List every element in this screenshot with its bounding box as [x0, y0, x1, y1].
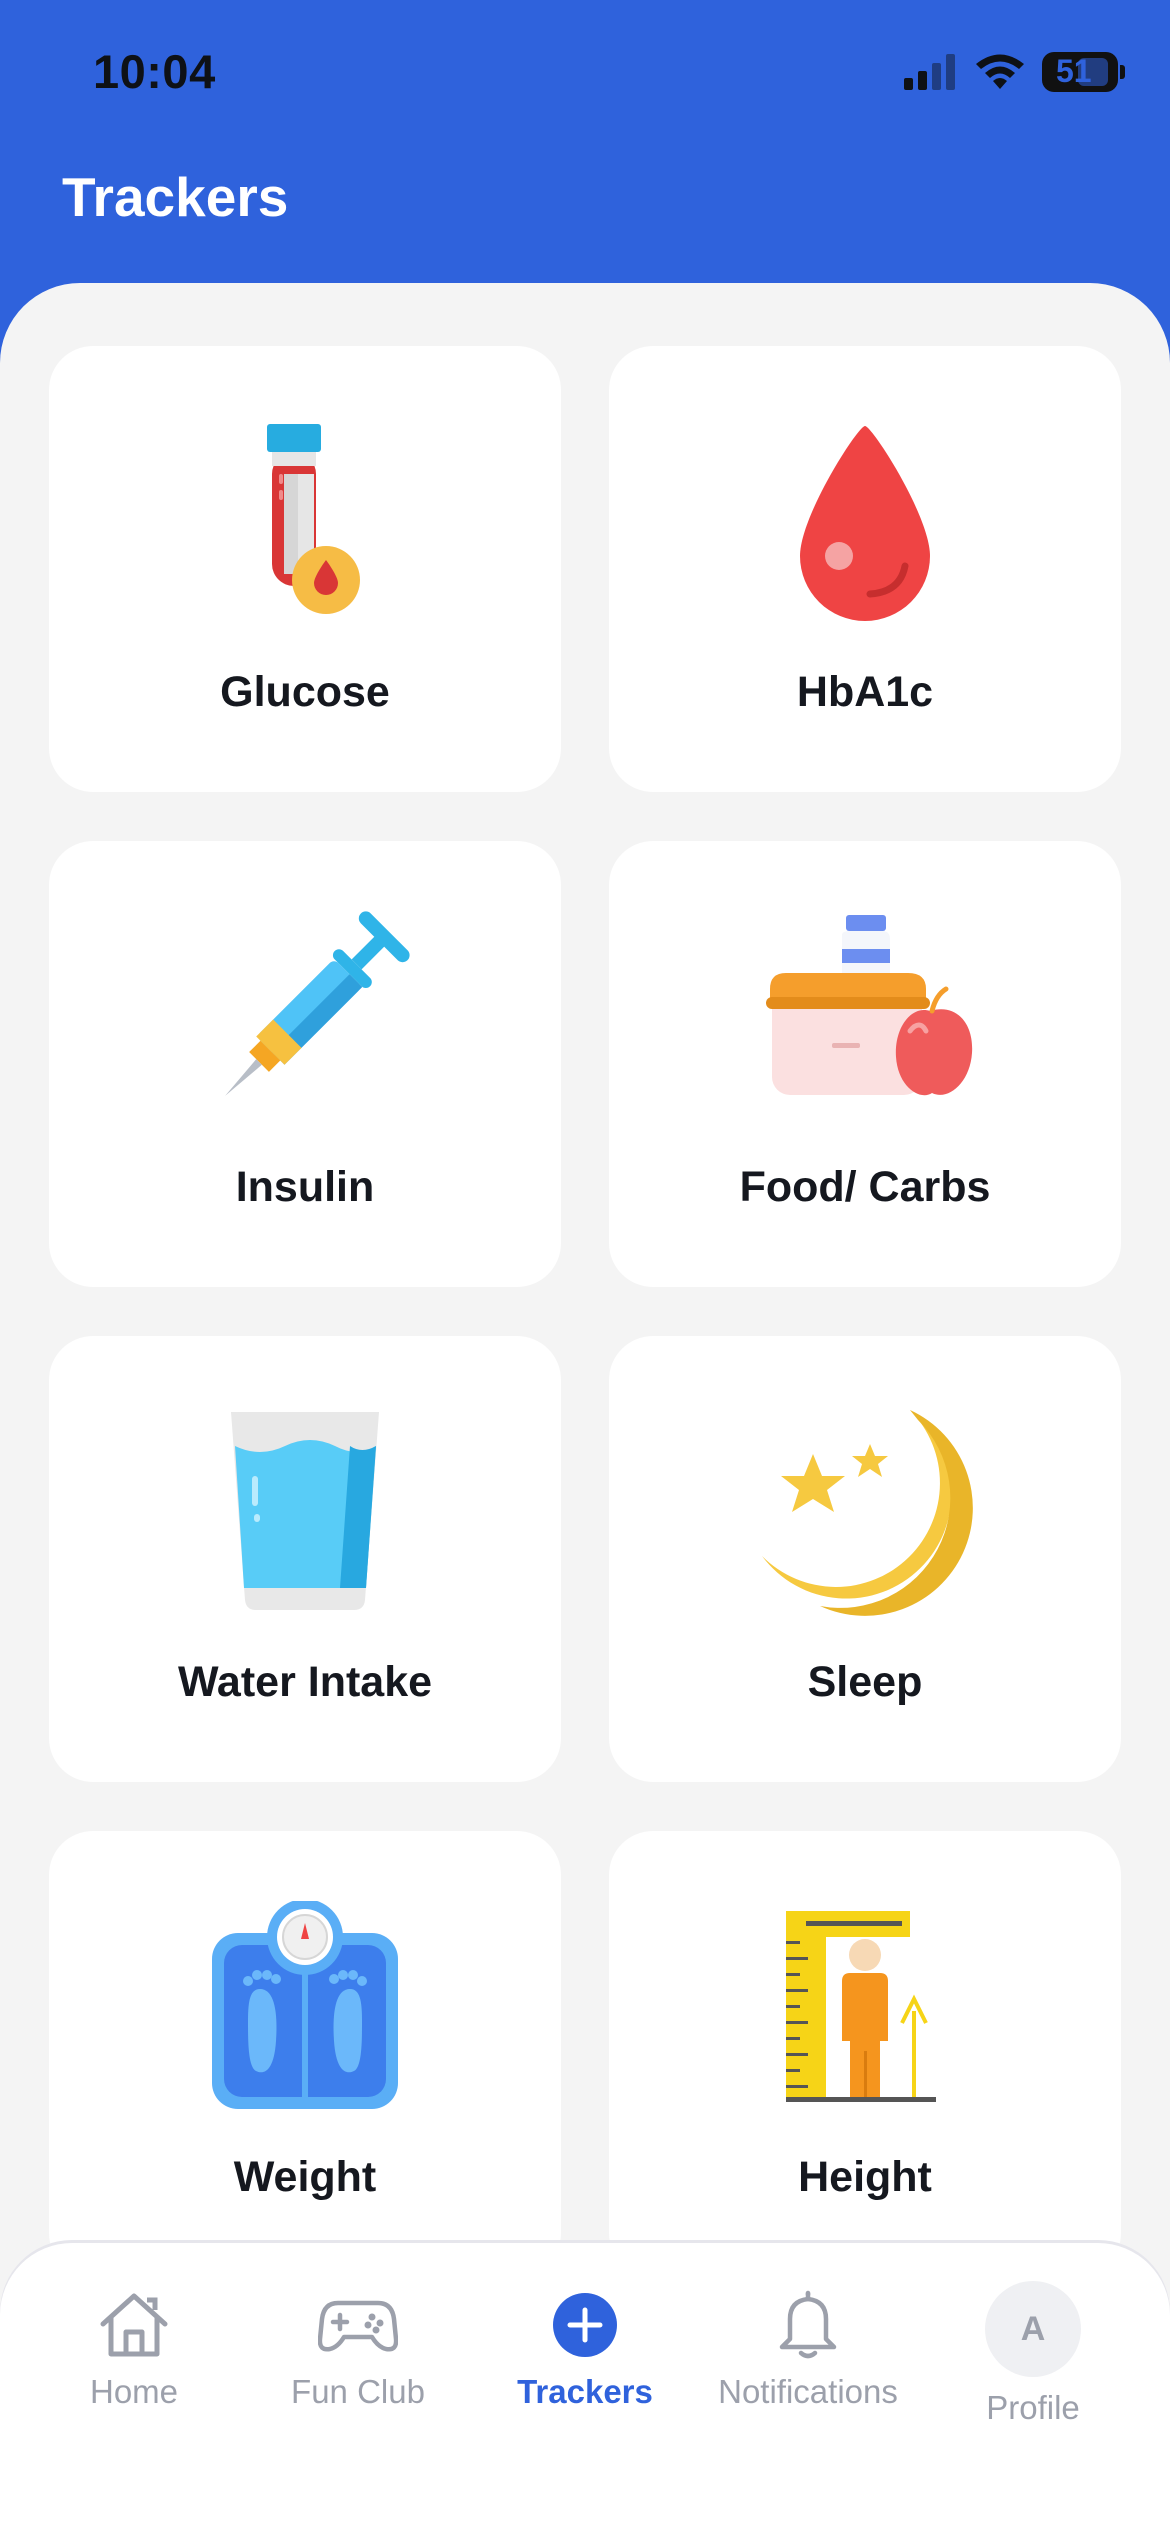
plus-circle-icon: [543, 2283, 627, 2367]
syringe-icon: [190, 911, 420, 1121]
tracker-label: Food/ Carbs: [739, 1163, 991, 1211]
cellular-signal-icon: [904, 54, 955, 90]
avatar-initial: A: [985, 2281, 1081, 2377]
tracker-card-glucose[interactable]: Glucose: [49, 346, 561, 792]
blood-drop-icon: [750, 416, 980, 626]
tab-notifications[interactable]: Notifications: [696, 2243, 920, 2473]
battery-level: 51: [1056, 53, 1092, 89]
blood-test-tube-icon: [190, 416, 420, 626]
status-bar: 10:04 51: [0, 0, 1170, 150]
trackers-grid: Glucose HbA1c Insulin Food/ Carbs Water …: [0, 283, 1170, 2532]
home-icon: [92, 2283, 176, 2367]
status-icons: 51: [904, 52, 1125, 92]
tab-label: Trackers: [517, 2373, 653, 2410]
tracker-card-water-intake[interactable]: Water Intake: [49, 1336, 561, 1782]
gamepad-icon: [316, 2283, 400, 2367]
tab-label: Fun Club: [291, 2373, 425, 2410]
tab-trackers[interactable]: Trackers: [473, 2243, 697, 2473]
bell-icon: [766, 2283, 850, 2367]
page-title: Trackers: [62, 166, 289, 228]
height-measure-icon: [750, 1901, 980, 2111]
tracker-card-food-carbs[interactable]: Food/ Carbs: [609, 841, 1121, 1287]
avatar: A: [985, 2281, 1081, 2377]
tab-fun-club[interactable]: Fun Club: [246, 2243, 470, 2473]
tracker-label: Weight: [233, 2153, 377, 2201]
tracker-card-weight[interactable]: Weight: [49, 1831, 561, 2277]
tracker-label: Glucose: [220, 668, 390, 716]
food-carbs-icon: [750, 911, 980, 1121]
tracker-label: Water Intake: [177, 1658, 433, 1706]
battery-icon: 51: [1042, 52, 1125, 92]
tracker-card-sleep[interactable]: Sleep: [609, 1336, 1121, 1782]
tab-home[interactable]: Home: [22, 2243, 246, 2473]
tracker-label: Sleep: [807, 1658, 923, 1706]
weighing-scale-icon: [190, 1901, 420, 2111]
status-time: 10:04: [93, 45, 216, 98]
tab-label: Notifications: [718, 2373, 898, 2410]
tracker-label: Insulin: [235, 1163, 375, 1211]
wifi-icon: [976, 54, 1024, 89]
tab-label: Home: [89, 2373, 179, 2410]
tab-profile[interactable]: A Profile: [921, 2243, 1145, 2473]
tracker-card-height[interactable]: Height: [609, 1831, 1121, 2277]
bottom-tab-bar: Home Fun Club Trackers Notifications A P…: [0, 2243, 1170, 2532]
tracker-card-insulin[interactable]: Insulin: [49, 841, 561, 1287]
moon-stars-icon: [750, 1406, 980, 1616]
tracker-card-hba1c[interactable]: HbA1c: [609, 346, 1121, 792]
water-glass-icon: [190, 1406, 420, 1616]
tracker-label: HbA1c: [796, 668, 934, 716]
tracker-label: Height: [798, 2153, 932, 2201]
tab-label: Profile: [986, 2389, 1080, 2426]
